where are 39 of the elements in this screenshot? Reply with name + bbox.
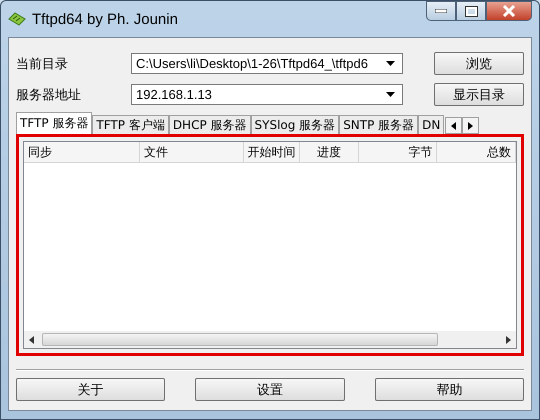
bottom-button[interactable]: 帮助	[374, 378, 524, 401]
dropdown-arrow-icon	[386, 92, 395, 97]
bottom-button[interactable]: 关于	[16, 378, 166, 401]
tab[interactable]: SNTP 服务器	[339, 115, 418, 134]
tab[interactable]: SYSlog 服务器	[250, 115, 340, 134]
maximize-icon	[464, 6, 478, 16]
side-button[interactable]: 显示目录	[434, 83, 524, 106]
close-button[interactable]	[486, 1, 532, 21]
right-arrow-icon	[506, 336, 511, 344]
scrollbar-thumb[interactable]	[42, 333, 438, 346]
tab[interactable]: TFTP 客户端	[92, 115, 169, 134]
minimize-icon	[435, 9, 447, 13]
dropdown-arrow-icon	[386, 61, 395, 66]
close-icon	[502, 5, 516, 17]
horizontal-scrollbar[interactable]	[24, 331, 516, 348]
field-label: 当前目录	[16, 56, 69, 72]
column-header[interactable]: 开始时间	[244, 142, 300, 162]
left-arrow-icon	[451, 122, 456, 130]
column-header[interactable]: 进度	[300, 142, 358, 162]
maximize-button[interactable]	[456, 1, 486, 21]
scroll-right-button[interactable]	[462, 117, 480, 134]
left-arrow-icon	[29, 336, 34, 344]
combo-box[interactable]: 192.168.1.13	[131, 84, 403, 105]
minimize-button[interactable]	[426, 1, 456, 21]
right-arrow-icon	[468, 122, 474, 130]
column-header[interactable]: 字节	[358, 142, 438, 162]
field-label: 服务器地址	[16, 86, 82, 104]
scroll-left-button[interactable]	[445, 117, 462, 134]
tab[interactable]: TFTP 服务器	[16, 112, 92, 134]
bottom-button[interactable]: 设置	[195, 378, 345, 401]
tab[interactable]: DHCP 服务器	[168, 115, 251, 134]
column-header[interactable]: 同步	[24, 142, 140, 162]
column-header[interactable]: 文件	[140, 142, 244, 162]
column-header[interactable]: 总数	[437, 142, 516, 162]
app-icon	[8, 11, 26, 27]
side-button[interactable]: 浏览	[434, 52, 524, 75]
window-title: Tftpd64 by Ph. Jounin	[32, 10, 178, 28]
tab[interactable]: DN	[418, 115, 444, 134]
combo-box[interactable]: C:\Users\li\Desktop\1-26\Tftpd64_\tftpd6	[131, 53, 403, 74]
